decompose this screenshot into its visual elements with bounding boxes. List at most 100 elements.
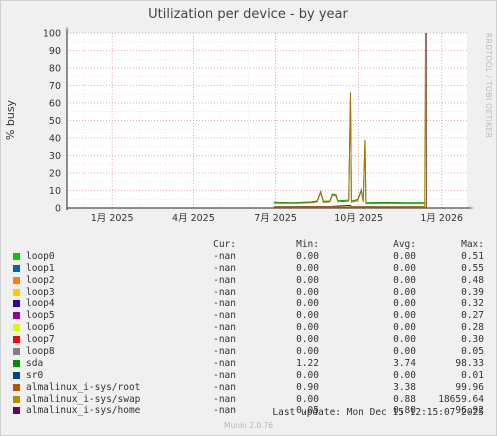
legend-row: loop0 -nan 0.00 0.00 0.51 (0, 251, 497, 263)
y-tick-label: 100 (43, 29, 61, 40)
y-axis-label: % busy (4, 99, 17, 140)
legend-name: loop8 (26, 346, 55, 358)
legend-max: 18659.64 (438, 393, 484, 405)
x-tick-label: 4月 2025 (172, 213, 215, 224)
legend-swatch (13, 264, 20, 272)
legend-swatch (13, 324, 20, 332)
legend-min: 0.90 (296, 381, 319, 393)
legend-max: 0.32 (461, 298, 484, 310)
legend-name: loop2 (26, 274, 55, 286)
legend-swatch (13, 371, 20, 379)
munin-version: Munin 2.0.76 (223, 421, 274, 430)
chart-title: Utilization per device - by year (148, 7, 348, 22)
legend-row: loop5 -nan 0.00 0.00 0.27 (0, 310, 497, 322)
legend-min: 0.00 (296, 334, 319, 346)
legend-swatch (13, 288, 20, 296)
legend-min: 1.22 (296, 357, 319, 369)
legend-swatch (13, 359, 20, 367)
legend-name: loop7 (26, 334, 55, 346)
legend-header-max: Max: (461, 239, 484, 250)
legend-row: almalinux_i-sys/root -nan 0.90 3.38 99.96 (0, 382, 497, 394)
legend-swatch (13, 336, 20, 344)
legend-swatch (13, 395, 20, 403)
legend-name: almalinux_i-sys/swap (26, 393, 141, 405)
legend-name: loop6 (26, 322, 55, 334)
legend-row: loop1 -nan 0.00 0.00 0.55 (0, 263, 497, 275)
legend-cur: -nan (213, 262, 236, 274)
y-tick-label: 20 (49, 169, 61, 180)
x-tick-label: 7月 2025 (254, 213, 297, 224)
legend-min: 0.00 (296, 322, 319, 334)
legend-cur: -nan (213, 298, 236, 310)
legend-min: 0.00 (296, 262, 319, 274)
x-axis-arrow (470, 206, 474, 210)
y-axis-arrow (65, 26, 69, 30)
legend-swatch (13, 383, 20, 391)
legend-max: 0.05 (461, 346, 484, 358)
legend-header-cur: Cur: (213, 239, 236, 250)
legend-max: 98.33 (455, 357, 484, 369)
legend-min: 0.00 (296, 310, 319, 322)
y-tick-label: 80 (49, 64, 61, 75)
legend-cur: -nan (213, 286, 236, 298)
legend-row: sda -nan 1.22 3.74 98.33 (0, 358, 497, 370)
legend-cur: -nan (213, 322, 236, 334)
legend-row: sr0 -nan 0.00 0.00 0.01 (0, 370, 497, 382)
legend-max: 99.96 (455, 381, 484, 393)
legend: Cur: Min: Avg: Max: loop0 -nan 0.00 0.00 0.5… (0, 239, 497, 417)
legend-cur: -nan (213, 334, 236, 346)
legend-cur: -nan (213, 381, 236, 393)
chart: Utilization per device - by year RRDTOOL… (4, 7, 493, 224)
legend-swatch (13, 348, 20, 356)
legend-max: 0.48 (461, 274, 484, 286)
legend-cur: -nan (213, 250, 236, 262)
legend-header: Cur: Min: Avg: Max: (0, 239, 497, 251)
legend-name: sr0 (26, 369, 44, 381)
x-tick-label: 10月 2025 (334, 213, 383, 224)
legend-cur: -nan (213, 393, 236, 405)
legend-name: loop5 (26, 310, 55, 322)
legend-name: loop1 (26, 262, 55, 274)
legend-swatch (13, 300, 20, 308)
legend-min: 0.00 (296, 250, 319, 262)
legend-swatch (13, 312, 20, 320)
y-tick-label: 10 (49, 186, 61, 197)
legend-swatch (13, 276, 20, 284)
y-tick-label: 0 (55, 204, 61, 215)
last-update: Last update: Mon Dec 15 12:15:07 2025 (272, 407, 484, 418)
legend-cur: -nan (213, 310, 236, 322)
legend-max: 0.30 (461, 334, 484, 346)
rrdtool-credit: RRDTOOL / TOBI OETIKER (484, 33, 493, 138)
legend-cur: -nan (213, 346, 236, 358)
y-tick-label: 60 (49, 99, 61, 110)
legend-row: loop7 -nan 0.00 0.00 0.30 (0, 334, 497, 346)
legend-min: 0.00 (296, 393, 319, 405)
legend-name: almalinux_i-sys/root (26, 381, 141, 393)
legend-min: 0.00 (296, 298, 319, 310)
y-tick-label: 90 (49, 46, 61, 57)
legend-max: 0.51 (461, 250, 484, 262)
legend-swatch (13, 252, 20, 260)
y-tick-label: 40 (49, 134, 61, 145)
legend-min: 0.00 (296, 369, 319, 381)
legend-row: loop4 -nan 0.00 0.00 0.32 (0, 298, 497, 310)
legend-max: 0.39 (461, 286, 484, 298)
legend-row: loop6 -nan 0.00 0.00 0.28 (0, 322, 497, 334)
legend-max: 0.55 (461, 262, 484, 274)
x-tick-label: 1月 2026 (420, 213, 463, 224)
legend-name: loop0 (26, 250, 55, 262)
legend-min: 0.00 (296, 286, 319, 298)
legend-min: 0.00 (296, 274, 319, 286)
x-tick-label: 1月 2025 (91, 213, 134, 224)
legend-max: 0.01 (461, 369, 484, 381)
legend-max: 0.28 (461, 322, 484, 334)
y-tick-label: 70 (49, 81, 61, 92)
y-tick-label: 30 (49, 151, 61, 162)
y-tick-label: 50 (49, 116, 61, 127)
legend-min: 0.00 (296, 346, 319, 358)
legend-row: loop3 -nan 0.00 0.00 0.39 (0, 287, 497, 299)
legend-name: loop4 (26, 298, 55, 310)
legend-cur: -nan (213, 357, 236, 369)
legend-name: loop3 (26, 286, 55, 298)
legend-header-min: Min: (296, 239, 319, 250)
